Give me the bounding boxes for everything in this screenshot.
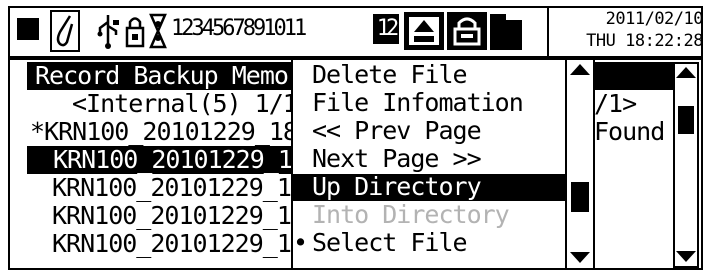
record-indicator-icon <box>17 18 39 40</box>
alarm-icon <box>148 12 168 50</box>
file-item-3[interactable]: KRN100_20101229_175 <box>52 174 320 202</box>
scroll-up-icon[interactable] <box>676 67 696 78</box>
file-item-4[interactable]: KRN100_20101229_175 <box>52 202 320 230</box>
page-title: Record Backup Memory <box>35 61 317 90</box>
menu-scrollbar[interactable] <box>565 58 595 270</box>
menu-item-prev-page[interactable]: << Prev Page <box>312 117 482 145</box>
menu-bullet: • <box>293 228 308 257</box>
file-item-1[interactable]: *KRN100_20101229_180 <box>30 118 312 146</box>
menu-item-select-file[interactable]: Select File <box>312 229 468 257</box>
eject-icon <box>409 17 439 45</box>
menu-item-file-information[interactable]: File Infomation <box>312 89 524 117</box>
menu-item-up-directory-selected[interactable]: Up Directory <box>293 173 565 201</box>
memory-gauge <box>490 14 542 50</box>
file-item-5[interactable]: KRN100_20101229_175 <box>52 230 320 258</box>
datetime-display: 2011/02/10 THU 18:22:28 <box>547 6 705 58</box>
memo-icon <box>50 10 80 52</box>
lock-button[interactable] <box>447 12 487 50</box>
menu-scroll-up-icon[interactable] <box>570 64 590 75</box>
status-label: Found <box>594 117 665 146</box>
padlock-icon <box>453 17 481 46</box>
scroll-thumb[interactable] <box>678 106 694 134</box>
menu-scroll-thumb[interactable] <box>571 182 589 212</box>
scroll-down-icon[interactable] <box>676 251 696 262</box>
menu-item-next-page[interactable]: Next Page >> <box>312 145 482 173</box>
file-item-2-selected[interactable]: KRN100_20101229_175 <box>27 146 321 174</box>
usb-icon <box>96 12 120 50</box>
date-text: 2011/02/10 <box>605 9 704 29</box>
eject-button[interactable] <box>404 12 444 50</box>
menu-scroll-down-icon[interactable] <box>570 252 590 263</box>
key-lock-icon <box>124 12 146 50</box>
channel-numbers: 1234567891011 <box>171 16 307 41</box>
folder-label: <Internal(5) 1/1> <box>72 89 312 118</box>
path-label: /1> <box>594 89 637 118</box>
outer-scrollbar[interactable] <box>673 62 699 268</box>
menu-item-delete-file[interactable]: Delete File <box>312 61 468 89</box>
menu-item-into-directory[interactable]: Into Directory <box>312 201 510 229</box>
time-text: THU 18:22:28 <box>586 31 703 51</box>
channel-12-indicator: 12 <box>373 14 399 44</box>
